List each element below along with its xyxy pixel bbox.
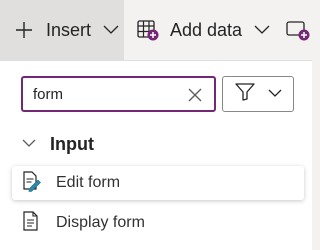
- command-bar: Insert Add data: [0, 0, 312, 60]
- list-item-edit-form[interactable]: Edit form: [12, 166, 304, 200]
- insert-label: Insert: [46, 19, 92, 40]
- plus-icon: [14, 20, 34, 40]
- clear-search-button[interactable]: [186, 86, 204, 104]
- display-form-icon: [20, 210, 42, 237]
- chevron-down-icon: [103, 25, 119, 35]
- filter-icon: [234, 82, 256, 107]
- chevron-down-icon: [22, 135, 36, 153]
- new-screen-button[interactable]: [284, 0, 312, 60]
- search-input[interactable]: [33, 85, 183, 103]
- insert-button[interactable]: Insert: [0, 0, 124, 60]
- section-title: Input: [50, 133, 94, 154]
- search-box[interactable]: [21, 76, 216, 112]
- list-item-label: Display form: [56, 214, 145, 231]
- chevron-down-icon: [268, 85, 282, 103]
- chevron-down-icon: [254, 25, 270, 35]
- list-item-label: Edit form: [56, 174, 121, 191]
- edit-form-icon: [20, 170, 42, 197]
- close-icon: [188, 88, 202, 102]
- insert-panel: Input Edit form Display form: [0, 60, 312, 250]
- add-screen-icon: [284, 18, 310, 42]
- input-section-header[interactable]: Input: [22, 131, 94, 157]
- list-item-display-form[interactable]: Display form: [12, 206, 304, 240]
- filter-button[interactable]: [222, 76, 294, 112]
- add-data-label: Add data: [170, 19, 243, 40]
- add-data-button[interactable]: Add data: [136, 0, 276, 60]
- add-table-icon: [136, 18, 160, 42]
